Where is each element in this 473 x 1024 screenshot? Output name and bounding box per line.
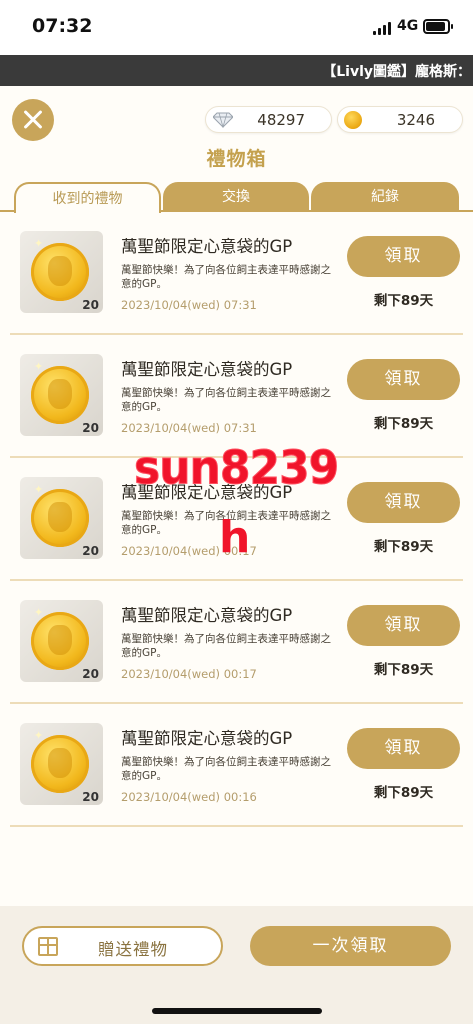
gift-row: ✦ 20 萬聖節限定心意袋的GP 萬聖節快樂！為了向各位飼主表達平時感謝之意的G…: [10, 335, 463, 458]
battery-icon: [423, 19, 453, 34]
gift-row: ✦ 20 萬聖節限定心意袋的GP 萬聖節快樂！為了向各位飼主表達平時感謝之意的G…: [10, 212, 463, 335]
gift-quantity: 20: [82, 298, 99, 312]
signal-icon: [373, 22, 393, 35]
network-type: 4G: [397, 18, 419, 34]
diamond-balance[interactable]: 48297: [205, 106, 332, 133]
watermark-text-line2: h: [219, 512, 251, 563]
tab-received-gifts[interactable]: 收到的禮物: [14, 182, 161, 213]
footer-bar: 贈送禮物 一次領取: [0, 906, 473, 1024]
gift-name: 萬聖節限定心意袋的GP: [121, 606, 293, 625]
ticker-text: 【Livly圖鑑】龐格斯：: [322, 64, 471, 80]
watermark-text: sun8239: [133, 441, 339, 496]
gift-thumbnail: ✦ 20: [20, 477, 103, 559]
gift-thumbnail: ✦ 20: [20, 231, 103, 313]
gold-coin-icon: [344, 111, 362, 129]
gift-date: 2023/10/04(wed) 07:31: [121, 298, 257, 312]
page-title: 禮物箱: [206, 148, 267, 170]
diamond-count: 48297: [257, 111, 305, 129]
gift-description: 萬聖節快樂！為了向各位飼主表達平時感謝之意的GP。: [121, 264, 331, 290]
status-bar: 07:32 4G: [0, 0, 473, 55]
send-gift-button[interactable]: 贈送禮物: [22, 926, 223, 966]
gift-row: ✦ 20 萬聖節限定心意袋的GP 萬聖節快樂！為了向各位飼主表達平時感謝之意的G…: [10, 581, 463, 704]
sparkle-icon: ✦: [34, 729, 44, 742]
close-button[interactable]: [12, 99, 54, 141]
send-gift-label: 贈送禮物: [98, 940, 168, 959]
gift-thumbnail: ✦ 20: [20, 600, 103, 682]
gift-quantity: 20: [82, 421, 99, 435]
gift-description: 萬聖節快樂！為了向各位飼主表達平時感謝之意的GP。: [121, 756, 331, 782]
gift-quantity: 20: [82, 544, 99, 558]
tab-exchange[interactable]: 交換: [163, 182, 309, 212]
gift-thumbnail: ✦ 20: [20, 354, 103, 436]
coin-count: 3246: [396, 111, 435, 129]
gift-description: 萬聖節快樂！為了向各位飼主表達平時感謝之意的GP。: [121, 387, 331, 413]
gift-date: 2023/10/04(wed) 00:17: [121, 667, 257, 681]
gp-coin-icon: [31, 489, 89, 547]
remaining-days: 剩下89天: [373, 662, 434, 678]
gift-date: 2023/10/04(wed) 07:31: [121, 421, 257, 435]
gp-coin-icon: [31, 366, 89, 424]
claim-button[interactable]: 領取: [347, 482, 460, 523]
claim-all-button[interactable]: 一次領取: [250, 926, 451, 966]
gift-icon: [38, 937, 58, 956]
status-time: 07:32: [32, 15, 93, 37]
claim-button[interactable]: 領取: [347, 728, 460, 769]
sparkle-icon: ✦: [34, 483, 44, 496]
gp-coin-icon: [31, 243, 89, 301]
gift-name: 萬聖節限定心意袋的GP: [121, 360, 293, 379]
gift-quantity: 20: [82, 667, 99, 681]
news-ticker[interactable]: 【Livly圖鑑】龐格斯：: [0, 55, 473, 86]
claim-button[interactable]: 領取: [347, 359, 460, 400]
home-indicator[interactable]: [152, 1008, 322, 1014]
remaining-days: 剩下89天: [373, 293, 434, 309]
gift-name: 萬聖節限定心意袋的GP: [121, 729, 293, 748]
gift-thumbnail: ✦ 20: [20, 723, 103, 805]
sparkle-icon: ✦: [34, 606, 44, 619]
gp-coin-icon: [31, 735, 89, 793]
tab-log[interactable]: 紀錄: [311, 182, 459, 212]
claim-button[interactable]: 領取: [347, 236, 460, 277]
diamond-icon: [213, 112, 233, 128]
gift-row: ✦ 20 萬聖節限定心意袋的GP 萬聖節快樂！為了向各位飼主表達平時感謝之意的G…: [10, 704, 463, 827]
gift-description: 萬聖節快樂！為了向各位飼主表達平時感謝之意的GP。: [121, 633, 331, 659]
gp-coin-icon: [31, 612, 89, 670]
remaining-days: 剩下89天: [373, 539, 434, 555]
claim-button[interactable]: 領取: [347, 605, 460, 646]
remaining-days: 剩下89天: [373, 785, 434, 801]
gift-box-screen: 07:32 4G 【Livly圖鑑】龐格斯： 48297 3246 禮物箱 收到…: [0, 0, 473, 1024]
coin-balance[interactable]: 3246: [337, 106, 463, 133]
gift-date: 2023/10/04(wed) 00:16: [121, 790, 257, 804]
gift-name: 萬聖節限定心意袋的GP: [121, 237, 293, 256]
remaining-days: 剩下89天: [373, 416, 434, 432]
sparkle-icon: ✦: [34, 237, 44, 250]
gift-quantity: 20: [82, 790, 99, 804]
sparkle-icon: ✦: [34, 360, 44, 373]
